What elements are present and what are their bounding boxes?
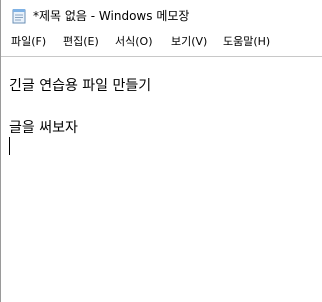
title-bar[interactable]: *제목 없음 - Windows 메모장: [1, 0, 322, 32]
menu-bar: 파일(F) 편집(E) 서식(O) 보기(V) 도움말(H): [1, 32, 322, 52]
menu-file[interactable]: 파일(F): [11, 35, 46, 49]
text-caret: [9, 137, 10, 155]
menu-edit[interactable]: 편집(E): [63, 35, 99, 49]
menu-help[interactable]: 도움말(H): [223, 35, 270, 49]
notepad-window: *제목 없음 - Windows 메모장 파일(F) 편집(E) 서식(O) 보…: [0, 0, 322, 302]
menu-format[interactable]: 서식(O): [115, 35, 152, 49]
text-line-3: 글을 써보자: [9, 120, 78, 136]
menu-view[interactable]: 보기(V): [171, 35, 207, 49]
text-editor[interactable]: 긴글 연습용 파일 만들기 글을 써보자: [1, 56, 322, 302]
notepad-icon: [11, 8, 27, 24]
window-title: *제목 없음 - Windows 메모장: [33, 9, 190, 23]
text-line-1: 긴글 연습용 파일 만들기: [9, 78, 152, 94]
